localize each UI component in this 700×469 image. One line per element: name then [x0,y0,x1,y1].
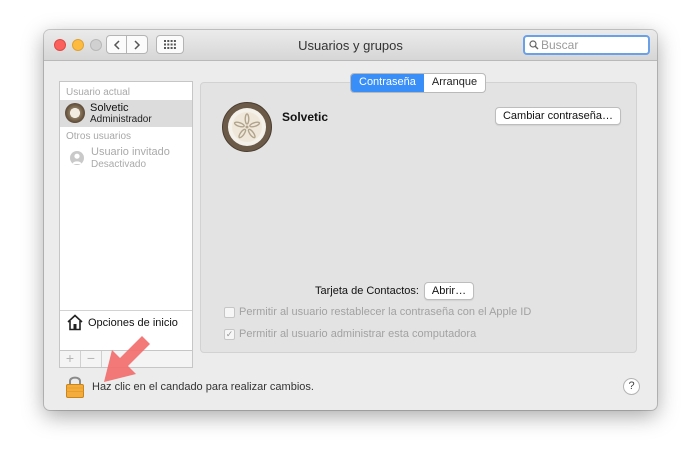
tab-password[interactable]: Contraseña [351,74,424,92]
contact-card-label: Tarjeta de Contactos: [315,285,419,297]
search-icon [529,40,539,50]
current-user-name: Solvetic [90,102,129,114]
preferences-window: Usuarios y grupos Usuario actual Solveti… [44,30,657,410]
guest-user-name: Usuario invitado [91,146,170,158]
admin-label: Permitir al usuario administrar esta com… [239,328,477,340]
user-avatar [65,103,85,123]
change-password-button[interactable]: Cambiar contraseña… [495,107,621,125]
titlebar: Usuarios y grupos [44,30,657,61]
add-user-button[interactable]: + [60,351,81,367]
tab-bar: Contraseña Arranque [350,73,487,93]
admin-checkbox[interactable]: ✓ [224,328,235,340]
reset-with-apple-id-label: Permitir al usuario restablecer la contr… [239,306,532,318]
guest-user-status: Desactivado [91,159,147,170]
open-contact-card-button[interactable]: Abrir… [424,282,474,300]
login-options-label: Opciones de inicio [88,317,178,329]
lock-icon[interactable] [65,374,85,398]
sidebar-item-guest-user[interactable]: Usuario invitado Desactivado [60,145,192,173]
reset-with-apple-id-option: Permitir al usuario restablecer la contr… [224,305,531,319]
tab-login-items[interactable]: Arranque [424,74,485,92]
account-name: Solvetic [282,110,329,124]
help-button[interactable]: ? [623,378,640,395]
reset-with-apple-id-checkbox[interactable] [224,306,235,318]
sand-dollar-icon [228,108,266,146]
users-sidebar: Usuario actual Solvetic Administrador Ot… [59,81,193,351]
admin-option: ✓ Permitir al usuario administrar esta c… [224,327,476,341]
current-user-header: Usuario actual [66,87,130,98]
search-input[interactable] [539,38,641,52]
arrow-annotation-icon [104,336,150,382]
account-avatar[interactable] [222,102,272,152]
user-icon [70,151,84,165]
home-icon [67,314,83,331]
remove-user-button[interactable]: − [81,351,102,367]
other-users-header: Otros usuarios [66,131,132,142]
search-field[interactable] [523,35,650,55]
current-user-role: Administrador [90,114,152,125]
sidebar-item-current-user[interactable]: Solvetic Administrador [60,100,192,127]
